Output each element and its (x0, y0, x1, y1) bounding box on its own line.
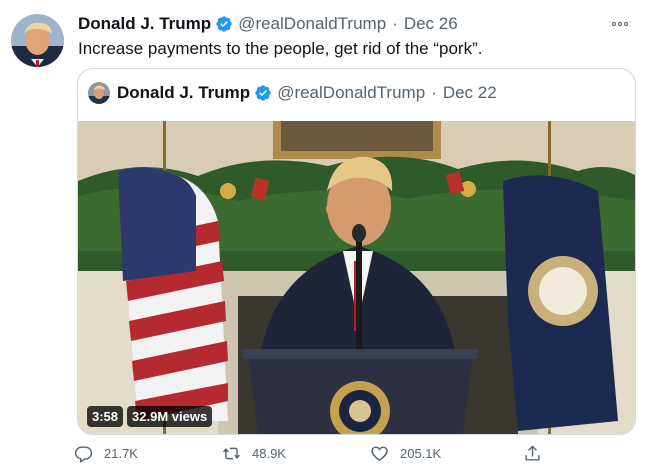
reply-button[interactable]: 21.7K (74, 444, 138, 463)
video-player[interactable]: 3:58 32.9M views (78, 121, 635, 434)
quoted-author-avatar (88, 82, 110, 104)
video-thumbnail (78, 121, 635, 434)
video-duration: 3:58 (87, 406, 124, 427)
quoted-tweet-date[interactable]: Dec 22 (443, 83, 497, 103)
tweet-date[interactable]: Dec 26 (404, 14, 458, 34)
verified-badge-icon (215, 15, 233, 33)
tweet-actions: 21.7K 48.9K 205.1K (74, 444, 574, 468)
retweet-count: 48.9K (252, 446, 286, 461)
like-count: 205.1K (400, 446, 442, 461)
author-name[interactable]: Donald J. Trump (78, 14, 211, 34)
tweet-header: Donald J. Trump @realDonaldTrump · Dec 2… (78, 13, 458, 35)
quoted-tweet[interactable]: Donald J. Trump @realDonaldTrump · Dec 2… (77, 68, 636, 435)
reply-icon (74, 446, 93, 463)
like-icon (371, 446, 388, 462)
quoted-author-handle[interactable]: @realDonaldTrump (277, 83, 425, 103)
tweet-text: Increase payments to the people, get rid… (78, 39, 483, 58)
quoted-author-name[interactable]: Donald J. Trump (117, 83, 250, 103)
retweet-icon (223, 447, 240, 460)
retweet-button[interactable]: 48.9K (222, 444, 286, 463)
share-button[interactable] (523, 444, 553, 463)
profile-photo (11, 14, 64, 67)
author-handle[interactable]: @realDonaldTrump (238, 14, 386, 34)
video-views: 32.9M views (127, 406, 213, 427)
author-avatar[interactable] (11, 14, 64, 67)
share-icon (525, 445, 540, 461)
more-options-icon[interactable] (609, 16, 631, 32)
quoted-tweet-header: Donald J. Trump @realDonaldTrump · Dec 2… (88, 81, 497, 105)
like-button[interactable]: 205.1K (370, 444, 441, 463)
reply-count: 21.7K (104, 446, 138, 461)
verified-badge-icon (254, 84, 272, 102)
video-info: 3:58 32.9M views (87, 406, 213, 427)
separator-dot: · (431, 83, 437, 102)
separator-dot: · (392, 14, 398, 33)
